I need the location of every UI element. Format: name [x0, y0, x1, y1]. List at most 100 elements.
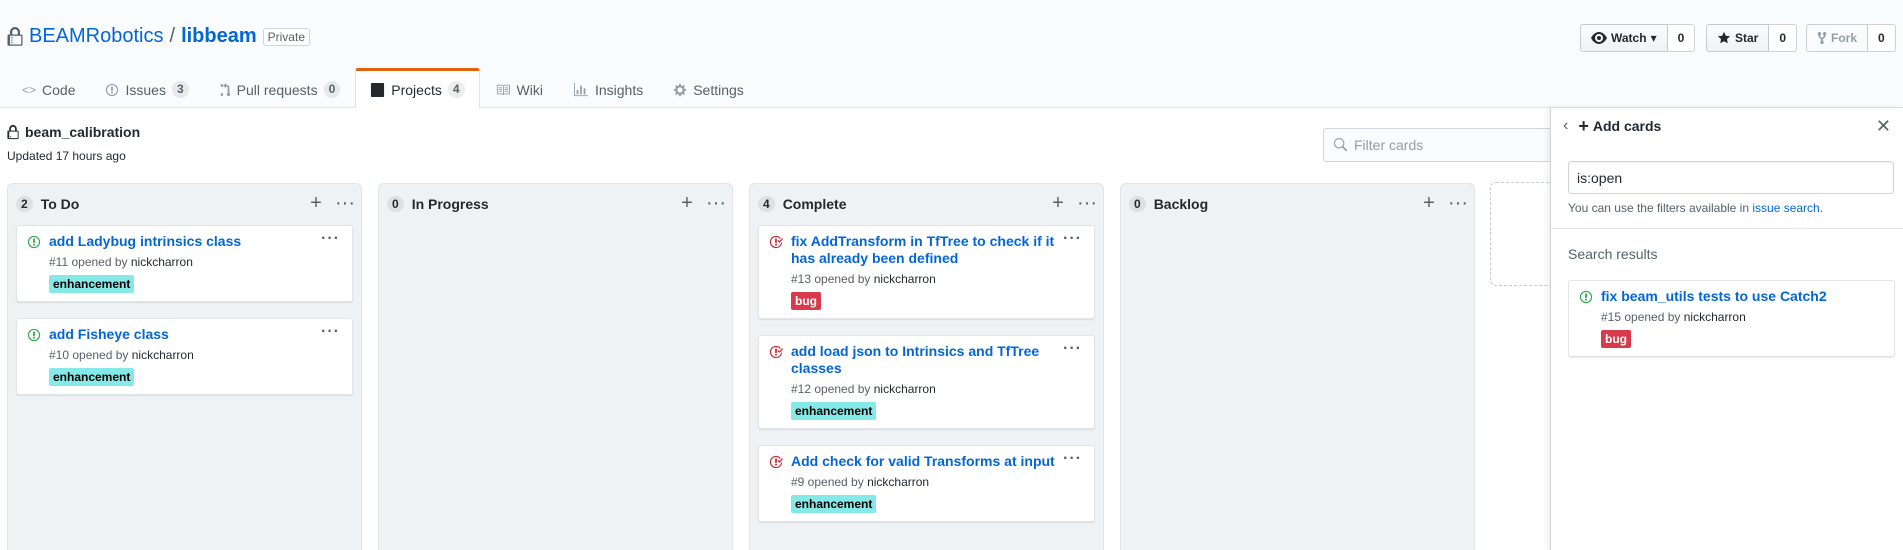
fork-count[interactable]: 0: [1868, 24, 1896, 52]
chevron-left-icon[interactable]: ‹: [1563, 117, 1568, 135]
card-menu-kebab-icon[interactable]: ···: [1063, 230, 1082, 248]
card-title-link[interactable]: Add check for valid Transforms at input: [791, 453, 1056, 470]
add-card-plus-icon[interactable]: +: [678, 193, 696, 213]
card-search-value: is:open: [1577, 169, 1623, 186]
column-menu-kebab-icon[interactable]: ···: [1077, 193, 1097, 213]
tab-label: Projects: [391, 81, 442, 98]
tab-code[interactable]: <> Code: [7, 68, 90, 109]
column-name: Backlog: [1153, 196, 1209, 212]
watch-group: Watch ▾ 0: [1580, 24, 1696, 52]
repo-name-link[interactable]: libbeam: [181, 25, 257, 48]
add-cards-panel: ‹ + Add cards ✕ is:open You can use the …: [1550, 108, 1903, 550]
projects-counter: 4: [447, 81, 465, 98]
card-label[interactable]: bug: [791, 292, 821, 310]
card-title-link[interactable]: fix AddTransform in TfTree to check if i…: [791, 233, 1056, 267]
lock-icon: [7, 26, 23, 46]
tab-label: Settings: [693, 81, 744, 98]
tab-projects[interactable]: Projects 4: [355, 68, 480, 109]
column-header: 0 In Progress + ···: [379, 184, 732, 224]
card-menu-kebab-icon[interactable]: ···: [1063, 340, 1082, 358]
private-badge: Private: [262, 27, 310, 46]
tab-issues[interactable]: Issues 3: [90, 68, 203, 109]
project-name: beam_calibration: [25, 124, 141, 140]
gear-icon: [674, 83, 687, 96]
card-meta: #15 opened by nickcharron: [1601, 310, 1884, 324]
card-author[interactable]: nickcharron: [1684, 310, 1746, 324]
column-menu-kebab-icon[interactable]: ···: [335, 193, 355, 213]
card-meta: #11 opened by nickcharron: [49, 255, 342, 269]
column-menu-kebab-icon[interactable]: ···: [706, 193, 726, 213]
card-author[interactable]: nickcharron: [874, 382, 936, 396]
repo-owner-link[interactable]: BEAMRobotics: [29, 25, 164, 48]
project-card[interactable]: add Ladybug intrinsics class #11 opened …: [16, 225, 353, 302]
watch-label: Watch: [1611, 31, 1647, 45]
card-label[interactable]: enhancement: [791, 402, 877, 420]
card-label[interactable]: enhancement: [49, 275, 135, 293]
issue-opened-icon: [27, 328, 41, 342]
fork-button[interactable]: Fork: [1806, 24, 1869, 52]
star-count[interactable]: 0: [1769, 24, 1798, 52]
tab-pull-requests[interactable]: Pull requests 0: [204, 68, 356, 109]
tab-label: Code: [42, 81, 76, 98]
column-count: 0: [1129, 196, 1146, 212]
card-menu-kebab-icon[interactable]: ···: [1063, 450, 1082, 468]
card-label[interactable]: enhancement: [49, 368, 135, 386]
repo-nav: <> Code Issues 3 Pull requests 0 Project…: [7, 68, 759, 109]
project-icon: [371, 82, 385, 97]
star-label: Star: [1735, 31, 1759, 45]
card-number: #10 opened by: [49, 348, 129, 362]
card-title-link[interactable]: add Fisheye class: [49, 326, 314, 343]
star-button[interactable]: Star: [1706, 24, 1770, 52]
tab-settings[interactable]: Settings: [658, 68, 759, 109]
project-card[interactable]: Add check for valid Transforms at input …: [758, 445, 1095, 522]
column-name: To Do: [40, 196, 80, 212]
column-complete: 4 Complete + ··· fix AddTransform in TfT…: [749, 183, 1104, 550]
card-number: #11 opened by: [49, 255, 128, 269]
search-result-card[interactable]: fix beam_utils tests to use Catch2 #15 o…: [1568, 280, 1895, 357]
issue-search-link[interactable]: issue search.: [1752, 201, 1823, 215]
card-label[interactable]: enhancement: [791, 495, 877, 513]
issue-closed-icon: [769, 455, 783, 469]
issue-opened-icon: [27, 235, 41, 249]
card-author[interactable]: nickcharron: [874, 272, 936, 286]
search-results-heading: Search results: [1568, 246, 1658, 262]
graph-icon: [573, 82, 588, 96]
search-icon: [1333, 138, 1347, 152]
card-number: #12 opened by: [791, 382, 871, 396]
column-count: 0: [387, 196, 404, 212]
column-menu-kebab-icon[interactable]: ···: [1448, 193, 1468, 213]
card-title-link[interactable]: add Ladybug intrinsics class: [49, 233, 314, 250]
project-card[interactable]: fix AddTransform in TfTree to check if i…: [758, 225, 1095, 319]
eye-icon: [1591, 32, 1607, 44]
card-author[interactable]: nickcharron: [131, 255, 193, 269]
project-card[interactable]: add load json to Intrinsics and TfTree c…: [758, 335, 1095, 429]
issue-opened-icon: [106, 83, 119, 96]
watch-button[interactable]: Watch ▾: [1580, 24, 1668, 52]
filter-cards-input[interactable]: Filter cards: [1323, 128, 1553, 162]
issue-opened-icon: [1579, 290, 1593, 304]
card-meta: #12 opened by nickcharron: [791, 382, 1084, 396]
card-label[interactable]: bug: [1601, 330, 1631, 348]
panel-title-text: Add cards: [1592, 118, 1662, 134]
card-author[interactable]: nickcharron: [132, 348, 194, 362]
watch-count[interactable]: 0: [1667, 24, 1696, 52]
tab-wiki[interactable]: Wiki: [480, 68, 558, 109]
card-author[interactable]: nickcharron: [867, 475, 929, 489]
project-card[interactable]: add Fisheye class #10 opened by nickchar…: [16, 318, 353, 395]
card-title-link[interactable]: fix beam_utils tests to use Catch2: [1601, 288, 1866, 305]
panel-header: ‹ + Add cards ✕: [1551, 108, 1903, 144]
card-menu-kebab-icon[interactable]: ···: [321, 230, 340, 248]
tab-insights[interactable]: Insights: [558, 68, 658, 109]
card-title-link[interactable]: add load json to Intrinsics and TfTree c…: [791, 343, 1056, 377]
close-icon[interactable]: ✕: [1876, 116, 1891, 137]
card-search-input[interactable]: is:open: [1568, 161, 1894, 194]
add-card-plus-icon[interactable]: +: [307, 193, 325, 213]
card-menu-kebab-icon[interactable]: ···: [321, 323, 340, 341]
star-icon: [1717, 31, 1731, 44]
pull-requests-counter: 0: [323, 81, 341, 98]
add-card-plus-icon[interactable]: +: [1049, 193, 1067, 213]
add-card-plus-icon[interactable]: +: [1420, 193, 1438, 213]
project-header: beam_calibration Updated 17 hours ago: [7, 124, 140, 163]
column-name: Complete: [782, 196, 847, 212]
fork-group: Fork 0: [1806, 24, 1896, 52]
